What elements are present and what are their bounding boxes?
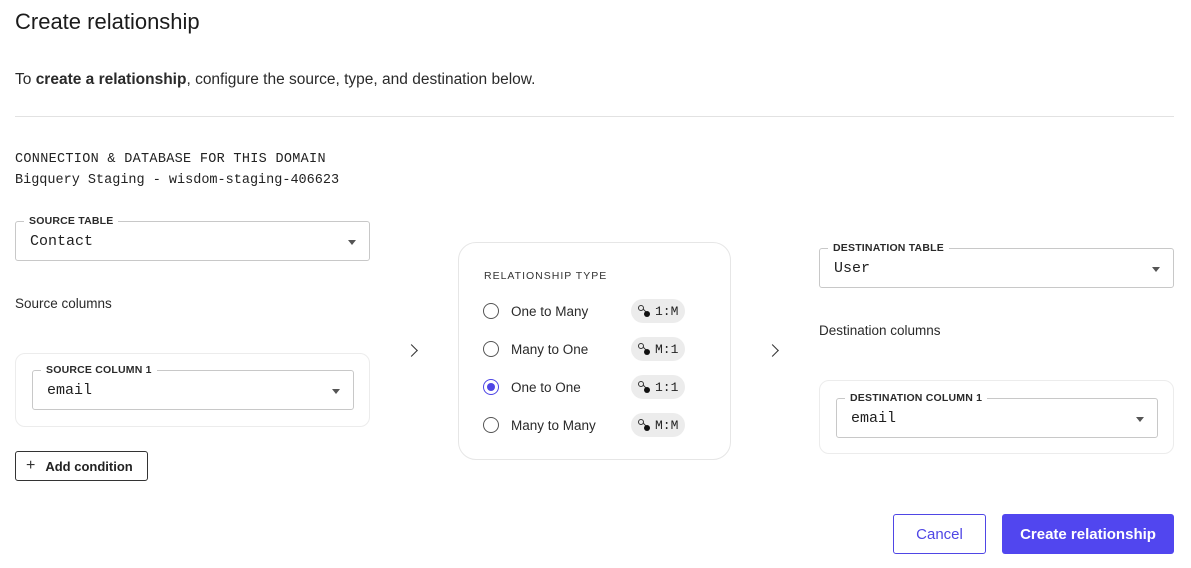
caret-down-icon bbox=[1136, 417, 1144, 422]
relationship-icon bbox=[637, 380, 651, 394]
intro-prefix: To bbox=[15, 71, 36, 88]
option-code: M:1 bbox=[655, 341, 679, 357]
relationship-type-title: RELATIONSHIP TYPE bbox=[484, 270, 608, 282]
radio-one-to-many[interactable] bbox=[483, 303, 499, 319]
create-relationship-button[interactable]: Create relationship bbox=[1002, 514, 1174, 554]
option-code: 1:M bbox=[655, 303, 679, 319]
option-code: M:M bbox=[655, 417, 679, 433]
relationship-option-one-to-one[interactable]: One to One 1:1 bbox=[483, 375, 723, 399]
relationship-option-many-to-many[interactable]: Many to Many M:M bbox=[483, 413, 723, 437]
option-label: Many to One bbox=[511, 341, 589, 357]
intro-suffix: , configure the source, type, and destin… bbox=[186, 71, 536, 88]
relationship-type-card: RELATIONSHIP TYPE One to Many 1:M Many t… bbox=[458, 242, 731, 460]
chevron-right-icon bbox=[766, 344, 779, 357]
destination-columns-label: Destination columns bbox=[819, 323, 941, 338]
connection-label: CONNECTION & DATABASE FOR THIS DOMAIN bbox=[15, 152, 326, 167]
option-label: Many to Many bbox=[511, 417, 596, 433]
caret-down-icon bbox=[332, 389, 340, 394]
add-condition-button[interactable]: + Add condition bbox=[15, 451, 148, 481]
destination-columns-card: DESTINATION COLUMN 1 email bbox=[819, 380, 1174, 454]
destination-table-select[interactable]: DESTINATION TABLE User bbox=[819, 242, 1174, 288]
relationship-code-badge: M:M bbox=[631, 413, 686, 437]
source-table-select[interactable]: SOURCE TABLE Contact bbox=[15, 215, 370, 261]
source-columns-card: SOURCE COLUMN 1 email bbox=[15, 353, 370, 427]
intro-text: To create a relationship, configure the … bbox=[15, 71, 535, 89]
source-column-value: email bbox=[47, 382, 93, 399]
plus-icon: + bbox=[26, 457, 36, 474]
relationship-code-badge: 1:M bbox=[631, 299, 686, 323]
option-label: One to One bbox=[511, 379, 581, 395]
dialog-title: Create relationship bbox=[15, 9, 200, 34]
destination-table-value: User bbox=[834, 260, 871, 277]
relationship-option-one-to-many[interactable]: One to Many 1:M bbox=[483, 299, 723, 323]
source-column-select[interactable]: SOURCE COLUMN 1 email bbox=[32, 364, 354, 410]
destination-column-value: email bbox=[851, 410, 897, 427]
add-condition-label: Add condition bbox=[45, 458, 133, 474]
option-label: One to Many bbox=[511, 303, 589, 319]
intro-bold: create a relationship bbox=[35, 71, 187, 88]
source-table-value: Contact bbox=[30, 233, 94, 250]
source-table-label: SOURCE TABLE bbox=[24, 215, 119, 228]
destination-column-select[interactable]: DESTINATION COLUMN 1 email bbox=[836, 392, 1158, 438]
relationship-code-badge: M:1 bbox=[631, 337, 686, 361]
connection-value: Bigquery Staging - wisdom-staging-406623 bbox=[15, 173, 340, 188]
source-column-label: SOURCE COLUMN 1 bbox=[41, 364, 157, 377]
destination-column-label: DESTINATION COLUMN 1 bbox=[845, 392, 988, 405]
chevron-right-icon bbox=[405, 344, 418, 357]
radio-many-to-one[interactable] bbox=[483, 341, 499, 357]
caret-down-icon bbox=[348, 240, 356, 245]
relationship-icon bbox=[637, 304, 651, 318]
relationship-icon bbox=[637, 418, 651, 432]
option-code: 1:1 bbox=[655, 379, 679, 395]
relationship-option-many-to-one[interactable]: Many to One M:1 bbox=[483, 337, 723, 361]
radio-one-to-one[interactable] bbox=[483, 379, 499, 395]
cancel-button[interactable]: Cancel bbox=[893, 514, 986, 554]
divider bbox=[15, 116, 1174, 117]
source-columns-label: Source columns bbox=[15, 296, 112, 311]
caret-down-icon bbox=[1152, 267, 1160, 272]
destination-table-label: DESTINATION TABLE bbox=[828, 242, 949, 255]
radio-many-to-many[interactable] bbox=[483, 417, 499, 433]
relationship-code-badge: 1:1 bbox=[631, 375, 686, 399]
relationship-icon bbox=[637, 342, 651, 356]
